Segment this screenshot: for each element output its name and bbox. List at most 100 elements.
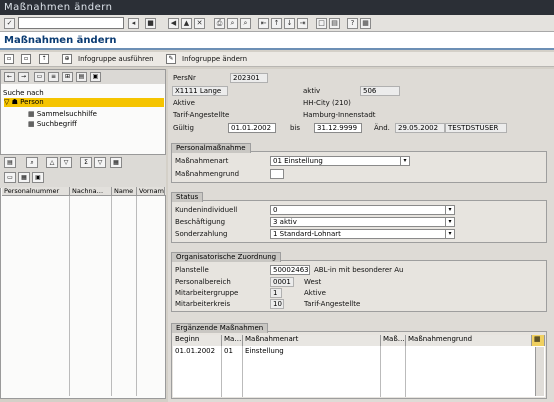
folder-icon[interactable]: ▭ xyxy=(34,72,45,82)
valid-label: Gültig xyxy=(173,124,194,132)
first-page-icon[interactable]: ⇤ xyxy=(258,18,269,29)
dropdown-icon[interactable]: ▾ xyxy=(445,230,454,238)
employment-select[interactable]: 3 aktiv ▾ xyxy=(270,217,455,227)
print-icon[interactable]: ⎙ xyxy=(214,18,225,29)
cancel-icon[interactable]: ✕ xyxy=(194,18,205,29)
column-header[interactable]: Nachna… xyxy=(70,187,112,196)
column-divider xyxy=(380,346,381,397)
column-header[interactable]: Maß… xyxy=(381,335,406,346)
employee-circle-text: Tarif-Angestellte xyxy=(304,300,361,308)
command-field[interactable] xyxy=(18,17,124,29)
last-page-icon[interactable]: ⇥ xyxy=(297,18,308,29)
zoom-icon[interactable]: ⌕ xyxy=(26,157,38,168)
position-label: Planstelle xyxy=(175,266,209,274)
personnel-area-text: West xyxy=(304,278,322,286)
type-cell[interactable]: Einstellung xyxy=(243,347,284,356)
history-icon[interactable]: ◂ xyxy=(128,18,139,29)
special-payment-value: 1 Standard-Lohnart xyxy=(273,230,341,238)
activity-label: aktiv xyxy=(303,87,321,95)
change-infogroup-button[interactable]: Infogruppe ändern xyxy=(168,53,247,65)
column-header[interactable]: Personalnummer xyxy=(2,187,70,196)
changed-user-field: TESTDSTUSER xyxy=(445,123,507,133)
back-arrow-icon[interactable]: ← xyxy=(4,72,15,82)
measure-type-select[interactable]: 01 Einstellung ▾ xyxy=(270,156,410,166)
position-field[interactable]: 50002463 xyxy=(270,265,310,275)
measure-group-title: Personalmaßnahme xyxy=(171,143,251,153)
employee-circle-field: 10 xyxy=(270,299,284,309)
sort-asc-icon[interactable]: △ xyxy=(46,157,58,168)
customer-value: 0 xyxy=(273,206,278,214)
code-cell[interactable]: 01 xyxy=(222,347,233,356)
measure-type-value: 01 Einstellung xyxy=(273,157,323,165)
sum-icon[interactable]: Σ xyxy=(80,157,92,168)
window-title: Maßnahmen ändern xyxy=(0,0,554,15)
column-header[interactable]: Name xyxy=(112,187,137,196)
details-view-icon[interactable]: ▤ xyxy=(4,157,16,168)
spreadsheet-icon[interactable]: ▦ xyxy=(18,172,30,183)
column-header[interactable]: Beginn xyxy=(173,335,222,346)
valid-to-field[interactable]: 31.12.9999 xyxy=(314,123,362,133)
dropdown-icon[interactable]: ▾ xyxy=(445,206,454,214)
prev-page-icon[interactable]: ↑ xyxy=(271,18,282,29)
screen-title: Maßnahmen ändern xyxy=(4,35,117,46)
column-header[interactable]: Maßnahmenart xyxy=(243,335,381,346)
employee-circle-label: Mitarbeiterkreis xyxy=(175,300,231,308)
layout-icon[interactable]: ▦ xyxy=(360,18,371,29)
back-icon[interactable]: ◀ xyxy=(168,18,179,29)
search-help-icon: ▦ xyxy=(28,110,37,118)
column-header[interactable]: Ma… xyxy=(222,335,243,346)
table-scrollbar[interactable] xyxy=(535,347,544,396)
tree-node-keyword[interactable]: ▦ Suchbegriff xyxy=(28,120,77,129)
special-payment-label: Sonderzahlung xyxy=(175,230,228,238)
measure-type-label: Maßnahmenart xyxy=(175,157,229,165)
tree-node-collective-search[interactable]: ▦ Sammelsuchhilfe xyxy=(28,110,97,119)
begin-cell[interactable]: 01.01.2002 xyxy=(173,347,215,356)
column-divider xyxy=(69,196,70,396)
column-header[interactable]: Vornam xyxy=(137,187,165,196)
customer-label: Kundenindividuell xyxy=(175,206,238,214)
next-page-icon[interactable]: ↓ xyxy=(284,18,295,29)
page-icon[interactable]: ▫ xyxy=(4,54,14,64)
special-payment-select[interactable]: 1 Standard-Lohnart ▾ xyxy=(270,229,455,239)
layout-select-icon[interactable]: ▦ xyxy=(110,157,122,168)
measure-reason-field[interactable] xyxy=(270,169,284,179)
find-next-icon[interactable]: ⌕ xyxy=(240,18,251,29)
employee-name-field: X1111 Lange xyxy=(172,86,228,96)
save-icon[interactable]: ■ xyxy=(145,18,156,29)
table-settings-icon[interactable]: ▦ xyxy=(532,335,545,346)
details-icon[interactable]: ▤ xyxy=(76,72,87,82)
tree-node-person[interactable]: ▽ ☗ Person xyxy=(4,98,164,107)
new-session-icon[interactable]: □ xyxy=(316,18,327,29)
help-icon[interactable]: ? xyxy=(347,18,358,29)
valid-from-field[interactable]: 01.01.2002 xyxy=(228,123,276,133)
exit-icon[interactable]: ▲ xyxy=(181,18,192,29)
column-header[interactable]: Maßnahmengrund xyxy=(406,335,532,346)
region-text: Hamburg-Innenstadt xyxy=(303,111,376,119)
settings-icon[interactable]: ▣ xyxy=(90,72,101,82)
tree-node-collective-label: Sammelsuchhilfe xyxy=(36,110,97,118)
execute-infogroup-button[interactable]: Infogruppe ausführen xyxy=(64,53,154,65)
customer-select[interactable]: 0 ▾ xyxy=(270,205,455,215)
export-icon[interactable]: ▭ xyxy=(4,172,16,183)
mail-icon[interactable]: ▣ xyxy=(32,172,44,183)
dropdown-icon[interactable]: ▾ xyxy=(445,218,454,226)
find-icon[interactable]: ⌕ xyxy=(227,18,238,29)
forward-arrow-icon[interactable]: → xyxy=(18,72,29,82)
dropdown-icon[interactable]: ▾ xyxy=(400,157,409,165)
shortcut-icon[interactable]: ▤ xyxy=(329,18,340,29)
collapse-icon[interactable]: ▽ xyxy=(4,98,12,106)
employee-group-text: Aktive xyxy=(304,289,326,297)
to-label: bis xyxy=(290,124,301,132)
person-icon: ☗ xyxy=(11,98,21,106)
persnr-field: 202301 xyxy=(230,73,268,83)
filter-icon[interactable]: ▽ xyxy=(60,157,72,168)
copy-icon[interactable]: ▫ xyxy=(21,54,31,64)
enter-icon[interactable]: ✓ xyxy=(4,18,15,29)
list-icon[interactable]: ≡ xyxy=(48,72,59,82)
sort-desc-icon[interactable]: ▽ xyxy=(94,157,106,168)
keyword-icon: ▦ xyxy=(28,120,37,128)
persnr-label: PersNr xyxy=(173,74,196,82)
additional-measures-title: Ergänzende Maßnahmen xyxy=(171,323,269,333)
person-up-icon[interactable]: ⇡ xyxy=(39,54,49,64)
tree-icon[interactable]: ⊞ xyxy=(62,72,73,82)
